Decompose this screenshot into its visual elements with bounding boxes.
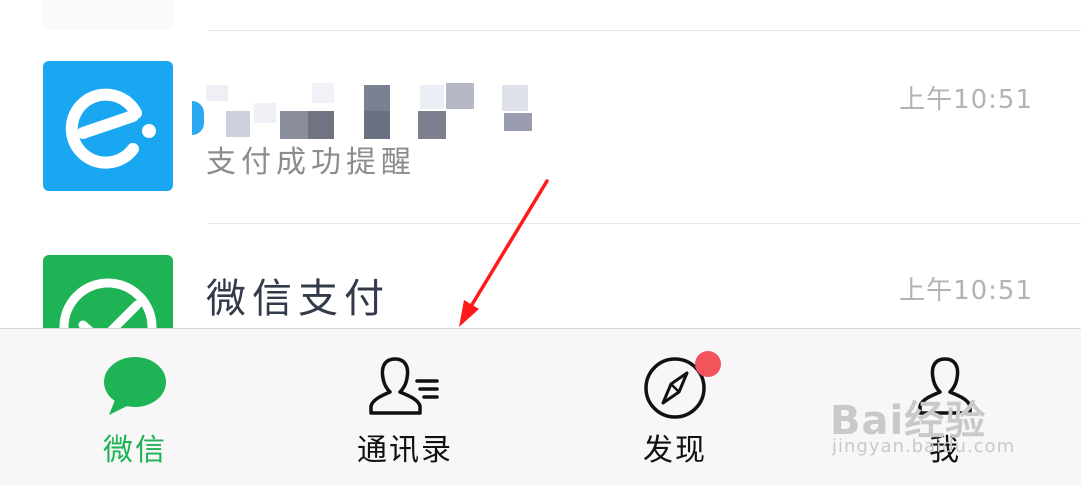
notification-badge: [695, 351, 721, 377]
contacts-icon: [365, 351, 445, 423]
wechat-pay-check-icon: [43, 255, 173, 328]
chat-title-obscured: [192, 71, 546, 146]
chat-time: 上午10:51: [899, 276, 1033, 306]
chat-row-wechat-pay[interactable]: 微信支付 上午10:51: [0, 224, 1081, 328]
chat-preview: 支付成功提醒: [206, 145, 416, 180]
previous-chat-avatar: [43, 0, 173, 30]
tab-contacts[interactable]: 通讯录: [325, 329, 485, 485]
chat-list: 支付成功提醒 上午10:51 微信支付 上午10:51: [0, 0, 1081, 328]
tab-label: 微信: [103, 433, 167, 468]
tab-discover[interactable]: 发现: [595, 329, 755, 485]
chat-bubble-icon: [95, 351, 175, 423]
chat-time: 上午10:51: [899, 85, 1033, 115]
tab-wechat[interactable]: 微信: [55, 329, 215, 485]
watermark-url: jingyan.baidu.com: [832, 436, 1016, 457]
eleme-icon: [43, 61, 173, 191]
chat-title: 微信支付: [206, 276, 390, 322]
tab-label: 发现: [643, 433, 707, 468]
tab-label: 通讯录: [357, 433, 453, 468]
chat-row-eleme[interactable]: 支付成功提醒 上午10:51: [0, 31, 1081, 223]
